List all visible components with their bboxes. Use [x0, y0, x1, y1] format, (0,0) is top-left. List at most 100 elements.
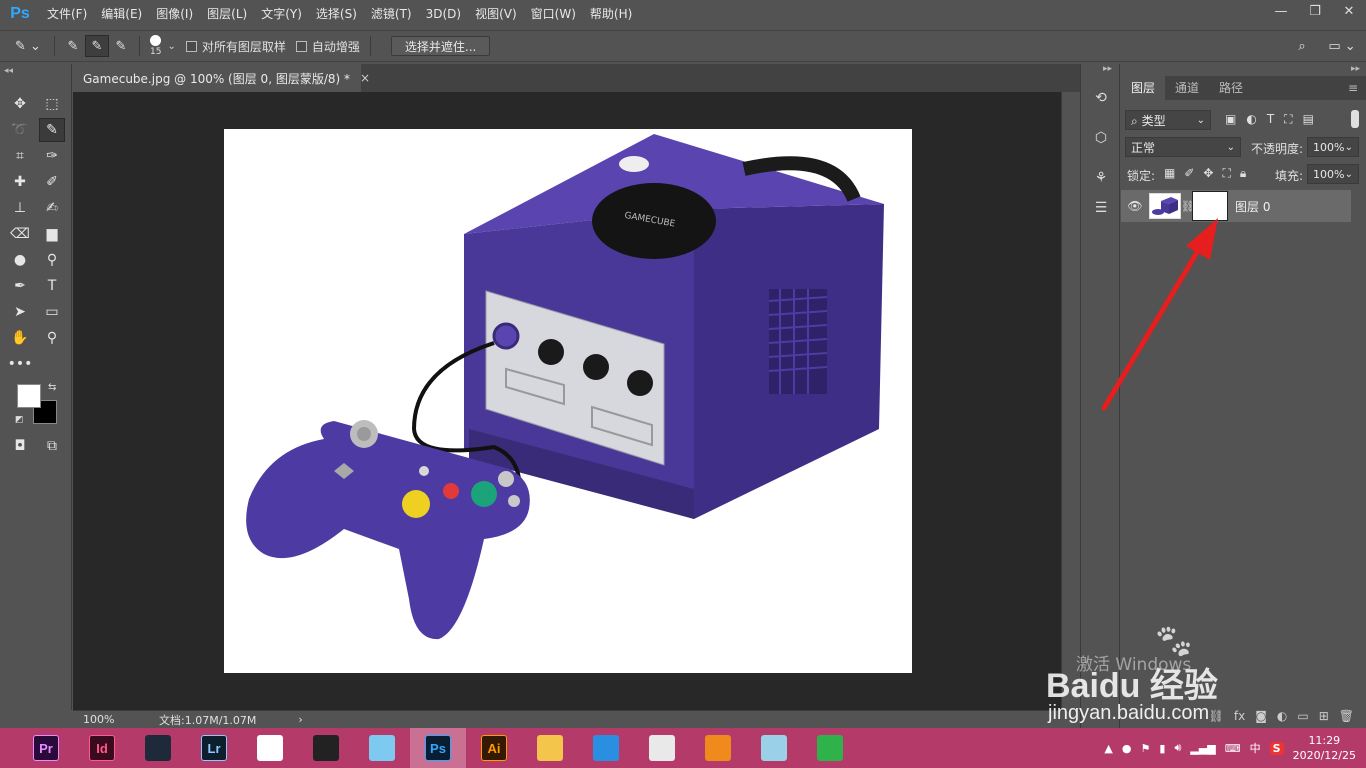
taskbar-app-notepad[interactable] — [746, 728, 802, 768]
blur-tool-icon[interactable]: ● — [7, 248, 33, 272]
taskbar-app-bird-app[interactable] — [354, 728, 410, 768]
zoom-tool-icon[interactable]: ⚲ — [39, 326, 65, 350]
filter-toggle-icon[interactable] — [1351, 110, 1359, 128]
status-menu-arrow[interactable]: › — [298, 713, 302, 726]
rectangle-tool-icon[interactable]: ▭ — [39, 300, 65, 324]
taskbar-app-file-explorer[interactable] — [522, 728, 578, 768]
taskbar-app-illustrator[interactable]: Ai — [466, 728, 522, 768]
taskbar-app-uc-browser[interactable] — [690, 728, 746, 768]
3d-panel-icon[interactable]: ⬡ — [1089, 126, 1113, 150]
dodge-tool-icon[interactable]: ⚲ — [39, 248, 65, 272]
taskbar-app-qq[interactable] — [298, 728, 354, 768]
foreground-color-swatch[interactable] — [17, 384, 41, 408]
menu-item[interactable]: 视图(V) — [468, 0, 524, 28]
crop-tool-icon[interactable]: ⌗ — [7, 144, 33, 168]
collapse-panel-icon[interactable]: ◂◂ — [4, 66, 13, 76]
subtract-from-selection-icon[interactable]: ✎ — [109, 35, 133, 57]
sogou-icon[interactable]: S — [1269, 741, 1284, 755]
taskbar-app-indesign[interactable]: Id — [74, 728, 130, 768]
lock-position-icon[interactable]: ✥ — [1203, 166, 1213, 181]
smart-object-filter-icon[interactable]: ▤ — [1303, 112, 1314, 127]
layer-name[interactable]: 图层 0 — [1235, 198, 1270, 215]
layer-filter-dropdown[interactable]: ⌕ 类型 ⌄ — [1125, 110, 1211, 130]
clone-stamp-tool-icon[interactable]: ⊥ — [7, 196, 33, 220]
type-tool-icon[interactable]: T — [39, 274, 65, 298]
keyboard-icon[interactable]: ⌨ — [1225, 742, 1241, 755]
sample-all-layers-checkbox[interactable]: 对所有图层取样 — [185, 38, 286, 55]
panel-menu-icon[interactable]: ≡ — [1340, 76, 1366, 100]
signal-icon[interactable]: ▂▄▆ — [1190, 742, 1215, 755]
swap-colors-icon[interactable]: ⇆ — [48, 382, 56, 393]
fill-field[interactable]: 100% ⌄ — [1307, 164, 1359, 184]
pen-tool-icon[interactable]: ✒ — [7, 274, 33, 298]
restore-icon[interactable]: ❐ — [1298, 0, 1332, 22]
pixel-filter-icon[interactable]: ▣ — [1225, 112, 1236, 127]
close-window-icon[interactable]: ✕ — [1332, 0, 1366, 22]
healing-brush-tool-icon[interactable]: ✚ — [7, 170, 33, 194]
menu-item[interactable]: 帮助(H) — [583, 0, 639, 28]
menu-item[interactable]: 文件(F) — [40, 0, 94, 28]
zoom-level[interactable]: 100% — [83, 713, 145, 726]
tray-expand-icon[interactable]: ▲ — [1104, 742, 1112, 755]
menu-item[interactable]: 图层(L) — [200, 0, 254, 28]
move-tool-icon[interactable]: ✥ — [7, 92, 33, 116]
default-colors-icon[interactable]: ◩ — [15, 415, 24, 425]
taskbar-app-photoshop[interactable]: Ps — [410, 728, 466, 768]
brush-size-picker[interactable]: 15 ⌄ — [150, 35, 176, 57]
new-selection-icon[interactable]: ✎ — [61, 35, 85, 57]
shape-filter-icon[interactable]: ⛶ — [1284, 112, 1292, 127]
menu-item[interactable]: 滤镜(T) — [364, 0, 419, 28]
auto-enhance-checkbox[interactable]: 自动增强 — [295, 38, 360, 55]
collapse-panel-icon[interactable]: ▸▸ — [1103, 64, 1112, 74]
add-to-selection-icon[interactable]: ✎ — [85, 35, 109, 57]
vertical-scrollbar[interactable] — [1061, 92, 1080, 710]
opacity-field[interactable]: 100% ⌄ — [1307, 137, 1359, 157]
brush-settings-panel-icon[interactable]: ⚘ — [1089, 166, 1113, 190]
blend-mode-dropdown[interactable]: 正常 ⌄ — [1125, 137, 1241, 157]
menu-item[interactable]: 3D(D) — [419, 0, 468, 28]
taskbar-app-chrome[interactable] — [634, 728, 690, 768]
history-brush-tool-icon[interactable]: ✍ — [39, 196, 65, 220]
lock-image-pixels-icon[interactable]: ✐ — [1184, 166, 1194, 181]
minimize-icon[interactable]: — — [1264, 0, 1298, 22]
network-warning-icon[interactable]: ⚑ — [1141, 742, 1151, 755]
qq-tray-icon[interactable]: ● — [1122, 742, 1132, 755]
eraser-tool-icon[interactable]: ⌫ — [7, 222, 33, 246]
taskbar-clock[interactable]: 11:29 2020/12/25 — [1293, 733, 1356, 763]
workspace-switcher-icon[interactable]: ▭ ⌄ — [1324, 35, 1360, 57]
taskbar-app-quick-browser[interactable] — [578, 728, 634, 768]
adjustment-filter-icon[interactable]: ◐ — [1246, 112, 1256, 127]
hand-tool-icon[interactable]: ✋ — [7, 326, 33, 350]
taskbar-app-wifi-share[interactable] — [802, 728, 858, 768]
marquee-tool-icon[interactable]: ⬚ — [39, 92, 65, 116]
taskbar-app-video-editor[interactable] — [130, 728, 186, 768]
lock-artboard-icon[interactable]: ⛶ — [1222, 166, 1230, 181]
expand-panel-icon[interactable]: ▸▸ — [1351, 64, 1360, 74]
volume-icon[interactable]: 🔊︎ — [1174, 741, 1181, 755]
lock-transparent-pixels-icon[interactable]: ▦ — [1164, 166, 1175, 181]
gradient-tool-icon[interactable]: ▆ — [39, 222, 65, 246]
taskbar-app-browser-360[interactable] — [242, 728, 298, 768]
screen-mode-icon[interactable]: ⧉ — [39, 434, 65, 458]
menu-item[interactable]: 选择(S) — [309, 0, 364, 28]
taskbar-app-lightroom[interactable]: Lr — [186, 728, 242, 768]
tab-layers[interactable]: 图层 — [1121, 76, 1166, 100]
history-panel-icon[interactable]: ⟲ — [1089, 86, 1113, 110]
document-tab[interactable]: Gamecube.jpg @ 100% (图层 0, 图层蒙版/8) * × — [73, 64, 370, 92]
select-and-mask-button[interactable]: 选择并遮住... — [390, 36, 491, 56]
taskbar-app-premiere[interactable]: Pr — [18, 728, 74, 768]
path-selection-tool-icon[interactable]: ➤ — [7, 300, 33, 324]
tab-paths[interactable]: 路径 — [1209, 76, 1253, 100]
ime-indicator[interactable]: 中 — [1250, 740, 1261, 756]
quick-selection-tool-icon[interactable]: ✎ — [39, 118, 65, 142]
search-icon[interactable]: ⌕ — [1290, 35, 1314, 57]
quick-selection-preset-icon[interactable]: ✎ ⌄ — [8, 35, 48, 57]
lock-all-icon[interactable]: 🔒︎ — [1240, 166, 1246, 181]
lasso-tool-icon[interactable]: ➰ — [7, 118, 33, 142]
more-tools-icon[interactable]: ••• — [7, 352, 33, 376]
eyedropper-tool-icon[interactable]: ✑ — [39, 144, 65, 168]
tab-channels[interactable]: 通道 — [1165, 76, 1209, 100]
menu-item[interactable]: 窗口(W) — [524, 0, 583, 28]
battery-icon[interactable]: ▮ — [1159, 742, 1165, 755]
close-tab-icon[interactable]: × — [360, 71, 370, 85]
